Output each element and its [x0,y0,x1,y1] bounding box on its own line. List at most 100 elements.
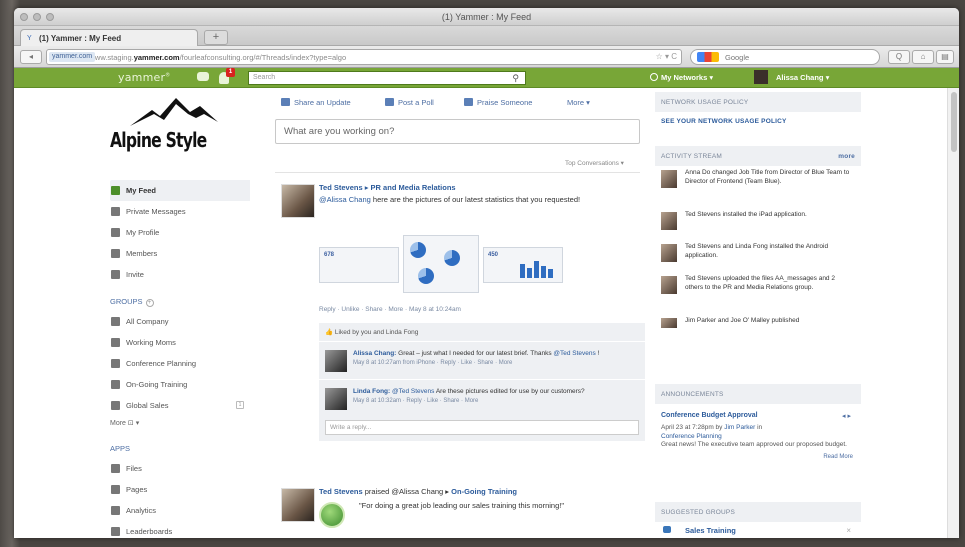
list-item[interactable]: Anna Do changed Job Title from Director … [655,166,861,208]
sidebar: My Feed Private Messages My Profile Memb… [110,180,250,538]
reply-body: Alissa Chang: Great – just what I needed… [353,349,637,368]
search-button[interactable]: Q [888,50,910,64]
announcement-group[interactable]: Conference Planning [661,433,722,440]
avatar[interactable] [281,488,315,522]
site-identity-badge[interactable]: yammer.com [49,52,96,62]
top-conversations-filter[interactable]: Top Conversations ▾ [565,159,624,167]
tab-strip: Y (1) Yammer : My Feed + [14,26,959,46]
avatar[interactable] [281,184,315,218]
url-bar[interactable]: yammer.com https://www.staging.yammer.co… [46,49,682,65]
more-actions-menu[interactable]: More ▾ [567,98,590,107]
scrollbar-thumb[interactable] [951,92,957,152]
url-controls[interactable]: ☆ ▾ C [656,52,677,61]
sidebar-item-analytics[interactable]: Analytics [110,500,250,521]
list-item[interactable]: Ted Stevens installed the iPad applicati… [655,208,861,240]
post-author[interactable]: Ted Stevens [319,487,363,496]
members-icon [111,249,120,258]
announcement-author[interactable]: Jim Parker [724,424,755,431]
usage-policy-link[interactable]: SEE YOUR NETWORK USAGE POLICY [655,112,861,134]
user-name: Alissa Chang ▾ [776,73,830,82]
reply-meta[interactable]: May 8 at 10:32am · Reply · Like · Share … [353,398,478,404]
my-networks-label: My Networks ▾ [661,73,714,82]
avatar[interactable] [325,350,347,372]
browser-tab[interactable]: Y (1) Yammer : My Feed [20,29,198,46]
sidebar-item-all-company[interactable]: All Company [110,311,250,332]
announcement-title-link[interactable]: Conference Budget Approval [661,412,758,419]
attachment-thumbnail[interactable]: 450 [483,247,563,283]
list-item[interactable]: Jim Parker and Joe O' Malley published [655,314,861,334]
chat-icon[interactable] [197,72,209,81]
reply-author[interactable]: Linda Fong: [353,388,390,395]
reply-mention[interactable]: @Ted Stevens [392,388,434,395]
sidebar-item-label: Members [126,249,158,258]
list-item[interactable]: Ted Stevens and Linda Fong installed the… [655,240,861,272]
announcement-meta: April 23 at 7:28pm by [661,424,725,431]
invite-icon [111,270,120,279]
activity-text: Anna Do changed Job Title from Director … [685,169,850,185]
attachment-thumbnail[interactable]: 678 [319,247,399,283]
home-button[interactable]: ⌂ [912,50,934,64]
update-composer-input[interactable]: What are you working on? [275,119,640,144]
globe-icon [650,73,658,81]
post-author[interactable]: Ted Stevens ▸ PR and Media Relations [319,183,456,192]
activity-more-link[interactable]: more [838,153,855,160]
sidebar-item-files[interactable]: Files [110,458,250,479]
sidebar-item-conference-planning[interactable]: Conference Planning [110,353,250,374]
sidebar-item-global-sales[interactable]: Global Sales 1 [110,395,250,416]
read-more-link[interactable]: Read More [655,450,861,460]
menu-button[interactable]: ▤ [936,50,954,64]
sidebar-item-label: Files [126,464,142,473]
panel-heading: ACTIVITY STREAM more [655,146,861,166]
my-networks-menu[interactable]: My Networks ▾ [650,73,713,82]
sidebar-item-my-profile[interactable]: My Profile [110,222,250,243]
poll-icon [385,98,394,106]
sidebar-item-working-moms[interactable]: Working Moms [110,332,250,353]
close-icon[interactable]: × [846,526,851,535]
search-icon[interactable]: ⚲ [512,73,519,84]
reply-meta[interactable]: May 8 at 10:27am from iPhone · Reply · L… [353,360,512,366]
reply-mention[interactable]: @Ted Stevens [553,350,595,357]
sidebar-item-private-messages[interactable]: Private Messages [110,201,250,222]
sidebar-item-label: My Feed [126,186,157,195]
page-scrollbar[interactable] [947,88,959,538]
suggested-group-link[interactable]: Sales Training [685,526,736,535]
add-group-icon[interactable]: + [145,299,154,307]
praise-quote: "For doing a great job leading our sales… [359,501,565,510]
activity-heading-label: ACTIVITY STREAM [661,153,723,160]
browser-search-input[interactable]: Google [690,49,880,65]
sidebar-item-members[interactable]: Members [110,243,250,264]
post-actions[interactable]: Reply · Unlike · Share · More · May 8 at… [319,306,461,313]
post-mention[interactable]: @Alissa Chang [319,195,371,204]
browser-window: (1) Yammer : My Feed Y (1) Yammer : My F… [14,8,959,538]
new-tab-button[interactable]: + [204,30,228,45]
analytics-icon [111,506,120,515]
sidebar-item-on-going-training[interactable]: On-Going Training [110,374,250,395]
activity-text: Ted Stevens installed the iPad applicati… [685,211,807,218]
back-button[interactable]: ◂ [20,50,42,64]
groups-more-link[interactable]: More ⊡ ▾ [110,416,250,432]
yammer-search-input[interactable]: Search ⚲ [248,71,526,85]
post-group-link[interactable]: On-Going Training [451,487,517,496]
list-item[interactable]: Ted Stevens uploaded the files AA_messag… [655,272,861,314]
user-menu[interactable]: Alissa Chang ▾ [754,70,829,84]
attachment-thumbnail[interactable] [403,235,479,293]
announcement-pager[interactable]: ◂ ▸ [842,412,851,420]
reply-author[interactable]: Alissa Chang: [353,350,396,357]
post-poll-tab[interactable]: Post a Poll [385,98,434,107]
likes-text[interactable]: Liked by you and Linda Fong [335,329,418,336]
activity-text: Jim Parker and Joe O' Malley published [685,317,800,324]
reply-text: Great – just what I needed for our lates… [396,350,554,357]
chat-bubble-icon [281,98,290,106]
reply-input[interactable]: Write a reply... [325,420,639,435]
praise-someone-tab[interactable]: Praise Someone [464,98,532,107]
google-icon [697,52,719,62]
sidebar-item-my-feed[interactable]: My Feed [110,180,250,201]
sidebar-item-leaderboards[interactable]: Leaderboards [110,521,250,538]
post-poll-label: Post a Poll [398,98,434,107]
sidebar-item-invite[interactable]: Invite [110,264,250,285]
sidebar-item-pages[interactable]: Pages [110,479,250,500]
yammer-logo[interactable]: yammer® [118,71,170,84]
share-update-tab[interactable]: Share an Update [281,98,351,107]
avatar[interactable] [325,388,347,410]
brand-logo[interactable]: Alpine Style [108,94,238,166]
